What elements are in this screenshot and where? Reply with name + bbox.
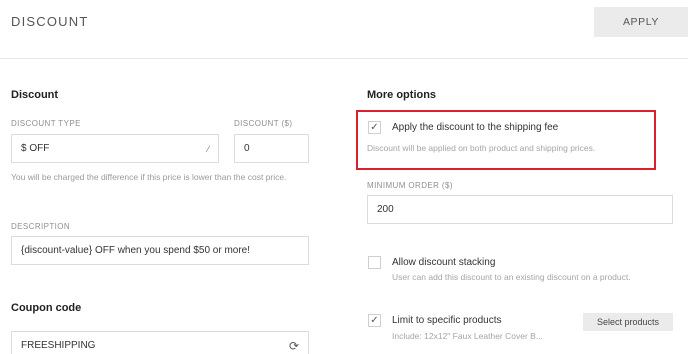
highlight-box — [356, 110, 656, 170]
coupon-section-title: Coupon code — [11, 302, 82, 314]
discount-amount-value: 0 — [244, 143, 250, 154]
chevron-down-icon: ∕ — [207, 143, 209, 154]
header-divider — [0, 58, 688, 59]
minimum-order-input[interactable]: 200 — [367, 195, 673, 224]
limit-products-label: Limit to specific products — [392, 315, 502, 326]
description-input[interactable]: {discount-value} OFF when you spend $50 … — [11, 236, 309, 265]
select-products-button[interactable]: Select products — [583, 313, 673, 331]
description-label: DESCRIPTION — [11, 222, 71, 231]
discount-section-title: Discount — [11, 89, 59, 101]
discount-price-hint: You will be charged the difference if th… — [11, 172, 287, 182]
description-value: {discount-value} OFF when you spend $50 … — [21, 245, 251, 256]
apply-button[interactable]: APPLY — [594, 7, 688, 37]
checkmark-icon: ✓ — [370, 315, 379, 326]
discount-stacking-description: User can add this discount to an existin… — [392, 272, 631, 282]
minimum-order-label: MINIMUM ORDER ($) — [367, 181, 453, 190]
discount-stacking-label: Allow discount stacking — [392, 257, 496, 268]
discount-amount-input[interactable]: 0 — [234, 134, 309, 163]
limit-products-checkbox[interactable]: ✓ — [368, 314, 381, 327]
limit-products-description: Include: 12x12" Faux Leather Cover B... — [392, 331, 543, 341]
more-options-section-title: More options — [367, 89, 437, 101]
discount-type-select[interactable]: $ OFF ∕ — [11, 134, 219, 163]
discount-type-label: DISCOUNT TYPE — [11, 119, 81, 128]
coupon-code-value: FREESHIPPING — [21, 340, 96, 351]
discount-type-value: $ OFF — [21, 143, 50, 154]
discount-stacking-checkbox[interactable] — [368, 256, 381, 269]
refresh-icon[interactable]: ⟳ — [289, 339, 299, 353]
page-title: DISCOUNT — [11, 14, 89, 29]
coupon-code-input[interactable]: FREESHIPPING ⟳ — [11, 331, 309, 354]
minimum-order-value: 200 — [377, 204, 394, 215]
discount-amount-label: DISCOUNT ($) — [234, 119, 293, 128]
